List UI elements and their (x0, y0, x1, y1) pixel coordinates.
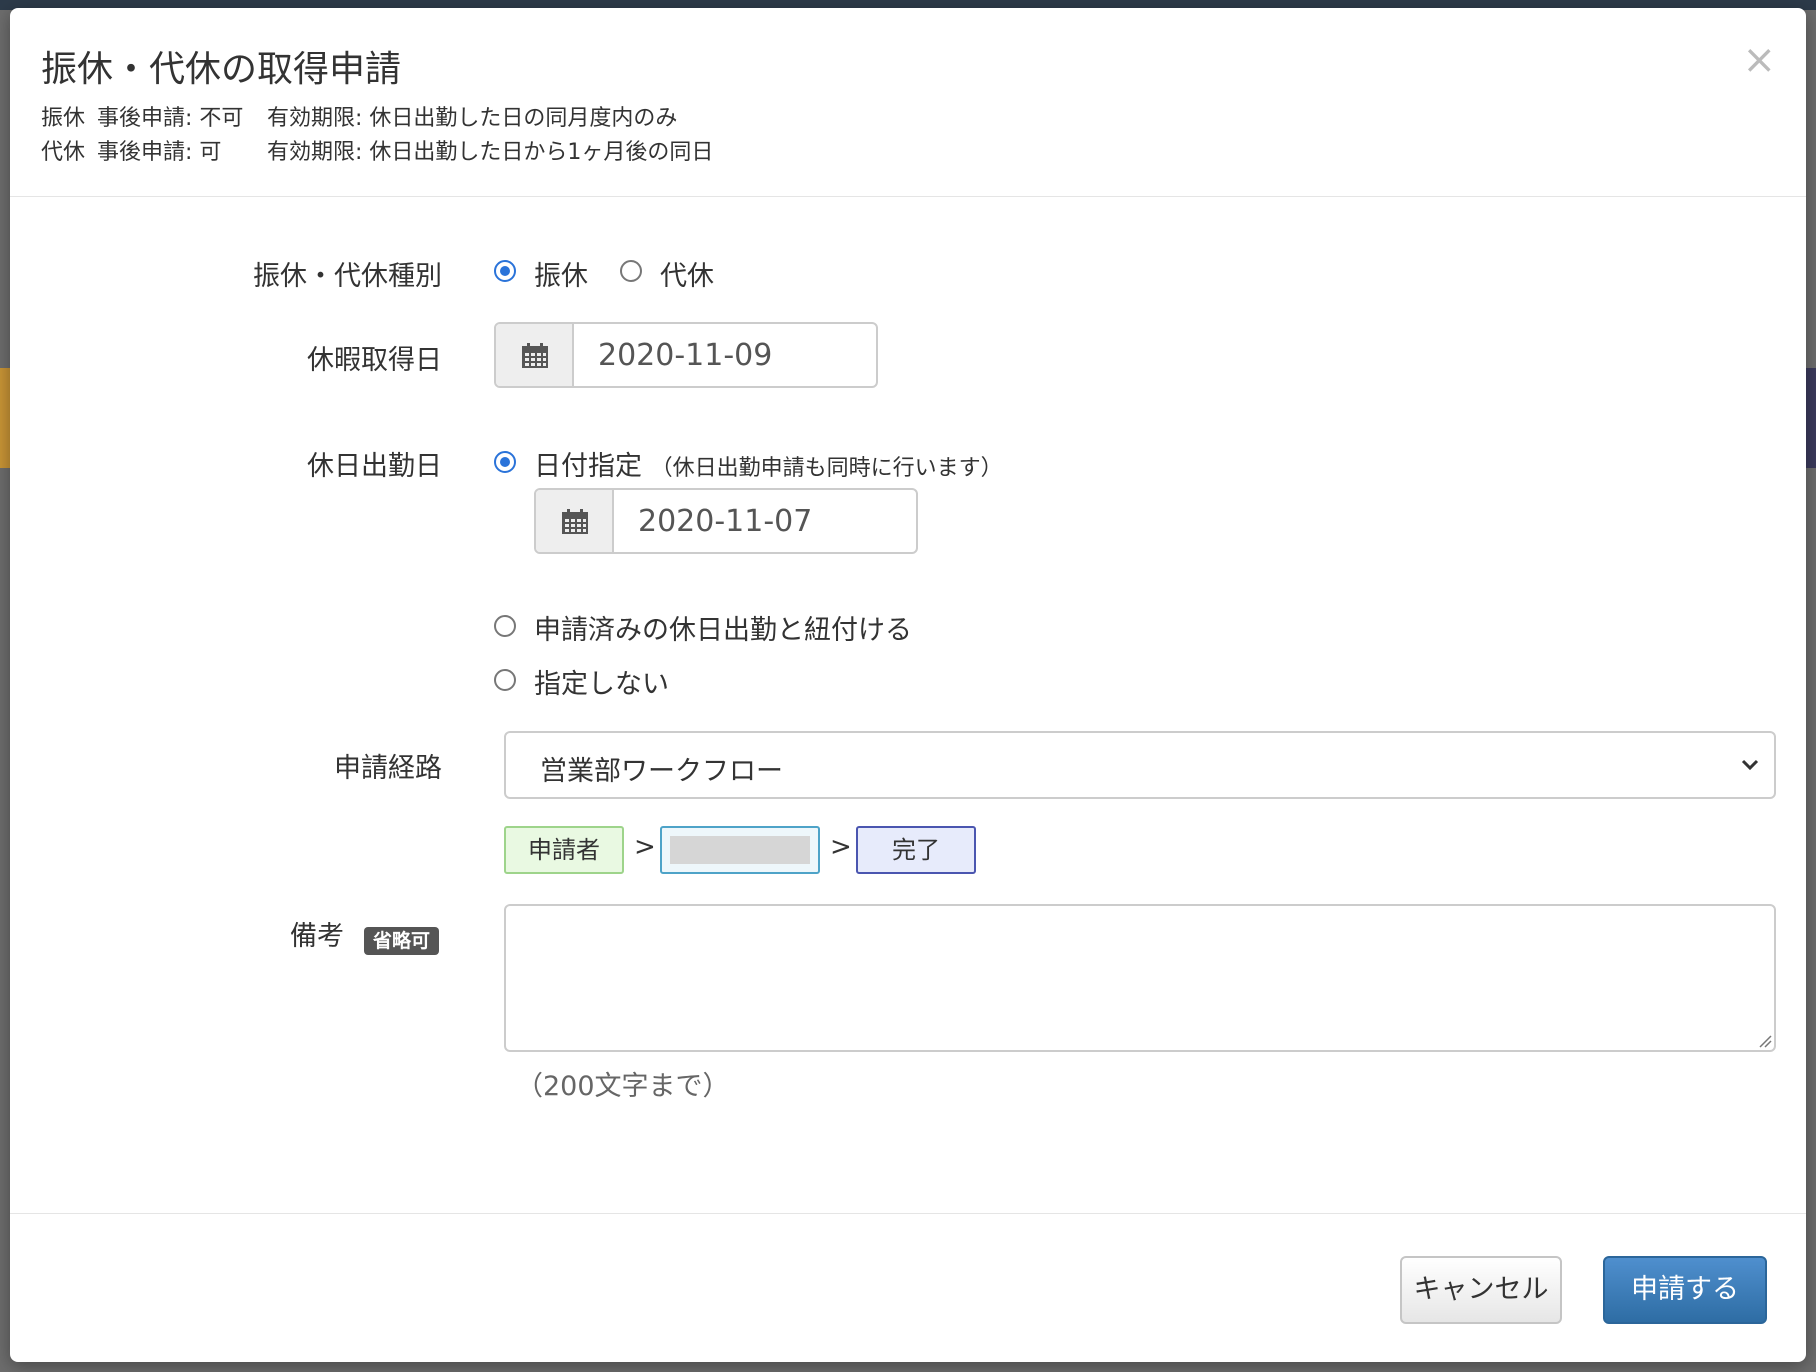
route-step-done: 完了 (856, 826, 976, 874)
redacted-approver-name (670, 836, 810, 864)
leave-date-label: 休暇取得日 (307, 345, 442, 376)
holiday-work-radio-date[interactable] (494, 451, 516, 473)
dialog-header: 振休・代休の取得申請 × 振休 事後申請: 不可 有効期限: 休日出勤した日の同月度… (10, 8, 1806, 197)
holiday-work-option-none[interactable]: 指定しない (534, 662, 669, 701)
info-type: 振休 (41, 106, 86, 131)
leave-date-value: 2020-11-09 (598, 338, 773, 373)
substitute-holiday-request-dialog: 振休・代休の取得申請 × 振休 事後申請: 不可 有効期限: 休日出勤した日の同月度… (10, 8, 1806, 1362)
route-selected-value: 営業部ワークフロー (540, 756, 783, 787)
background-app-strip (1806, 368, 1816, 468)
kind-option-daikyu[interactable]: 代休 (660, 254, 714, 293)
info-post-apply: 事後申請: 不可 (97, 106, 244, 131)
kind-radio-furikyu[interactable] (494, 260, 516, 282)
remarks-label: 備考 (290, 921, 344, 952)
route-step-applicant: 申請者 (504, 826, 624, 874)
info-line-daikyu: 代休 事後申請: 可 有効期限: 休日出勤した日から1ヶ月後の同日 (41, 134, 713, 166)
info-type: 代休 (41, 140, 86, 165)
holiday-work-date-value: 2020-11-07 (638, 504, 813, 539)
kind-radio-daikyu[interactable] (620, 260, 642, 282)
route-select[interactable]: 営業部ワークフロー (504, 731, 1776, 799)
holiday-work-date-label: 休日出勤日 (307, 451, 442, 482)
close-icon[interactable]: × (1742, 40, 1776, 80)
holiday-work-radio-none[interactable] (494, 669, 516, 691)
dialog-title: 振休・代休の取得申請 (41, 49, 402, 90)
holiday-work-radio-link[interactable] (494, 615, 516, 637)
footer-divider (10, 1213, 1806, 1214)
calendar-addon[interactable] (496, 324, 574, 386)
remarks-hint: （200文字まで） (516, 1071, 730, 1102)
info-post-apply: 事後申請: 可 (97, 140, 222, 165)
resize-grip-icon[interactable] (1756, 1032, 1772, 1048)
route-step-separator: > (830, 832, 852, 862)
cancel-button[interactable]: キャンセル (1400, 1256, 1562, 1324)
submit-button[interactable]: 申請する (1603, 1256, 1767, 1324)
calendar-icon (522, 343, 548, 368)
optional-badge: 省略可 (364, 927, 440, 955)
route-step-separator: > (634, 832, 656, 862)
holiday-work-option-link[interactable]: 申請済みの休日出勤と紐付ける (534, 608, 912, 647)
info-validity: 有効期限: 休日出勤した日の同月度内のみ (267, 106, 678, 131)
route-label: 申請経路 (334, 753, 442, 784)
holiday-work-option-date[interactable]: 日付指定 （休日出勤申請も同時に行います） (534, 444, 1003, 483)
leave-date-input[interactable]: 2020-11-09 (494, 322, 878, 388)
route-step-approver (660, 826, 820, 874)
info-line-furikyu: 振休 事後申請: 不可 有効期限: 休日出勤した日の同月度内のみ (41, 100, 677, 132)
chevron-down-icon (1741, 759, 1759, 771)
option-date-label: 日付指定 (534, 451, 642, 482)
kind-label: 振休・代休種別 (253, 261, 442, 292)
kind-option-furikyu[interactable]: 振休 (534, 254, 588, 293)
option-date-note: （休日出勤申請も同時に行います） (650, 456, 1003, 481)
remarks-textarea[interactable] (504, 904, 1776, 1052)
calendar-icon (562, 509, 588, 534)
background-app-strip (0, 368, 10, 468)
holiday-work-date-input[interactable]: 2020-11-07 (534, 488, 918, 554)
calendar-addon[interactable] (536, 490, 614, 552)
info-validity: 有効期限: 休日出勤した日から1ヶ月後の同日 (267, 140, 714, 165)
